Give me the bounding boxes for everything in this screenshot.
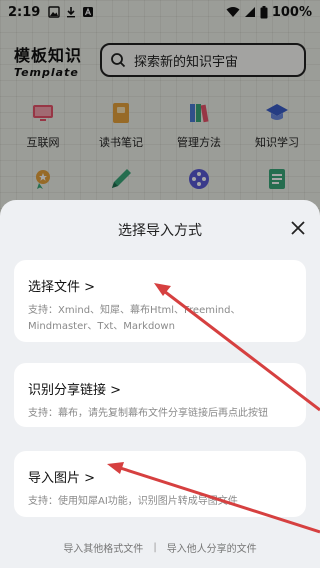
import-other-format-link[interactable]: 导入其他格式文件 [63, 540, 143, 555]
option-description: 支持：Xmind、知犀、幕布Html、Freemind、Mindmaster、T… [28, 305, 241, 332]
close-button[interactable] [288, 218, 308, 238]
option-title: 导入图片 > [28, 471, 96, 486]
option-select-file[interactable]: 选择文件 > 支持：Xmind、知犀、幕布Html、Freemind、Mindm… [14, 260, 306, 342]
close-icon [291, 221, 305, 235]
option-title: 识别分享链接 > [28, 383, 122, 398]
option-share-link[interactable]: 识别分享链接 > 支持：幕布，请先复制幕布文件分享链接后再点此按钮 [14, 363, 306, 427]
option-import-image[interactable]: 导入图片 > 支持：使用知犀AI功能，识别图片转成导图文件 [14, 451, 306, 517]
sheet-title: 选择导入方式 [118, 223, 202, 239]
footer-links: 导入其他格式文件 | 导入他人分享的文件 [0, 540, 320, 555]
option-description: 支持：幕布，请先复制幕布文件分享链接后再点此按钮 [28, 408, 268, 419]
import-bottom-sheet: 选择导入方式 选择文件 > 支持：Xmind、知犀、幕布Html、Freemin… [0, 200, 320, 568]
option-title: 选择文件 > [28, 280, 96, 295]
option-description: 支持：使用知犀AI功能，识别图片转成导图文件 [28, 496, 238, 507]
import-shared-file-link[interactable]: 导入他人分享的文件 [167, 540, 257, 555]
link-divider: | [153, 542, 157, 553]
